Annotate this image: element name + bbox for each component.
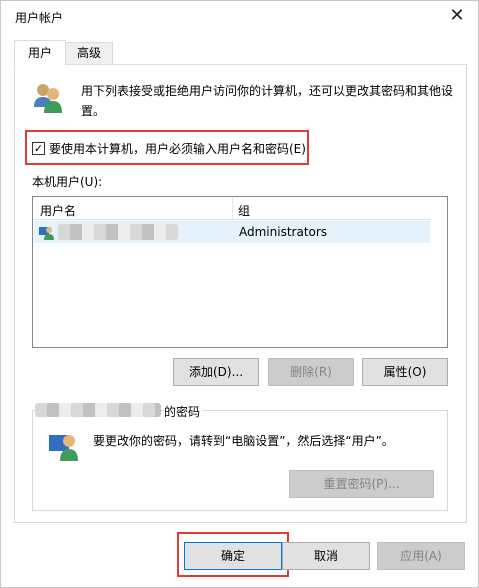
user-password-icon (49, 435, 78, 461)
password-change-text: 要更改你的密码，请转到“电脑设置”，然后选择“用户”。 (93, 434, 394, 448)
password-group-legend: 的密码 (164, 403, 204, 420)
remove-user-button[interactable]: 删除(R) (268, 358, 354, 386)
intro-text: 用下列表接受或拒绝用户访问你的计算机，还可以更改其密码和其他设置。 (81, 84, 454, 118)
users-icon (34, 84, 62, 113)
users-list[interactable]: 用户名 组 Administrators (32, 196, 448, 348)
ok-button[interactable]: 确定 (184, 542, 282, 570)
table-row[interactable]: Administrators (34, 221, 430, 243)
column-username[interactable]: 用户名 (40, 202, 76, 219)
user-icon (39, 227, 54, 240)
properties-button[interactable]: 属性(O) (362, 358, 448, 386)
add-user-button[interactable]: 添加(D)... (173, 358, 259, 386)
local-users-label: 本机用户(U): (32, 175, 103, 189)
apply-button[interactable]: 应用(A) (377, 542, 465, 570)
user-accounts-window: 用户帐户 ✕ 高级 用户 用下列表接受或拒绝用户访问你的计算机，还可以更改其密码… (0, 0, 479, 588)
list-header: 用户名 组 (34, 198, 430, 220)
username-redacted (58, 224, 178, 240)
tab-advanced[interactable]: 高级 (65, 42, 113, 65)
cancel-button[interactable]: 取消 (282, 542, 370, 570)
require-password-checkbox[interactable]: ✓ (32, 142, 45, 155)
column-group[interactable]: 组 (238, 202, 250, 219)
account-name-redacted (35, 403, 161, 417)
user-group: Administrators (239, 225, 328, 239)
column-divider[interactable] (232, 198, 233, 220)
list-scrollbar[interactable] (430, 197, 447, 347)
reset-password-button[interactable]: 重置密码(P)... (289, 470, 434, 498)
close-icon[interactable]: ✕ (445, 5, 469, 27)
window-title: 用户帐户 (15, 11, 64, 25)
tab-users[interactable]: 用户 (14, 40, 66, 66)
require-password-label[interactable]: 要使用本计算机，用户必须输入用户名和密码(E) (49, 140, 306, 157)
